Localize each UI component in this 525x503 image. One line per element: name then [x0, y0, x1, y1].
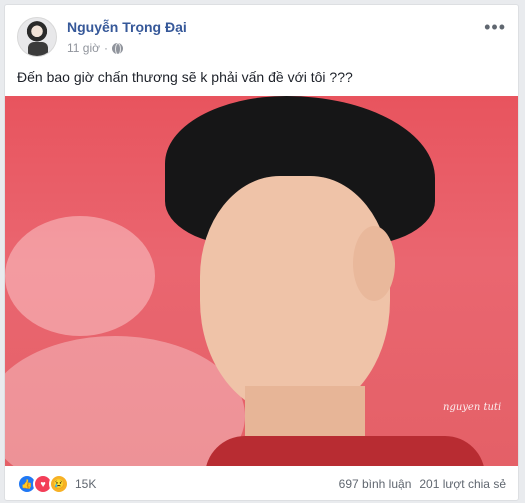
- post-meta: 11 giờ ·: [67, 41, 123, 55]
- engagement-stats: 697 bình luận 201 lượt chia sẻ: [339, 477, 506, 491]
- post-time[interactable]: 11 giờ: [67, 41, 100, 55]
- post-photo[interactable]: nguyen tuti: [5, 96, 518, 466]
- more-options-icon[interactable]: •••: [484, 18, 506, 36]
- jersey-shape: [205, 436, 485, 466]
- post-message: Đến bao giờ chấn thương sẽ k phải vấn đề…: [17, 69, 353, 85]
- post-header: Nguyễn Trọng Đại 11 giờ · •••: [17, 17, 506, 61]
- ear-shape: [353, 226, 395, 301]
- photo-watermark: nguyen tuti: [443, 402, 502, 413]
- comments-count[interactable]: 697 bình luận: [339, 477, 412, 491]
- globe-icon[interactable]: [112, 42, 123, 55]
- face-shape: [200, 176, 390, 416]
- post-card: Nguyễn Trọng Đại 11 giờ · ••• Đến bao gi…: [4, 4, 519, 501]
- background-hand-shape: [5, 216, 155, 336]
- sad-icon[interactable]: 😢: [49, 474, 69, 494]
- dot-separator: ·: [104, 41, 108, 55]
- background-blur: [5, 336, 245, 466]
- reactions-count[interactable]: 15K: [75, 477, 96, 491]
- shares-count[interactable]: 201 lượt chia sẻ: [419, 477, 506, 491]
- post-footer: 👍 ♥ 😢 15K 697 bình luận 201 lượt chia sẻ: [17, 472, 506, 496]
- author-name[interactable]: Nguyễn Trọng Đại: [67, 19, 187, 35]
- reaction-icons[interactable]: 👍 ♥ 😢: [17, 474, 69, 494]
- avatar[interactable]: [17, 17, 57, 57]
